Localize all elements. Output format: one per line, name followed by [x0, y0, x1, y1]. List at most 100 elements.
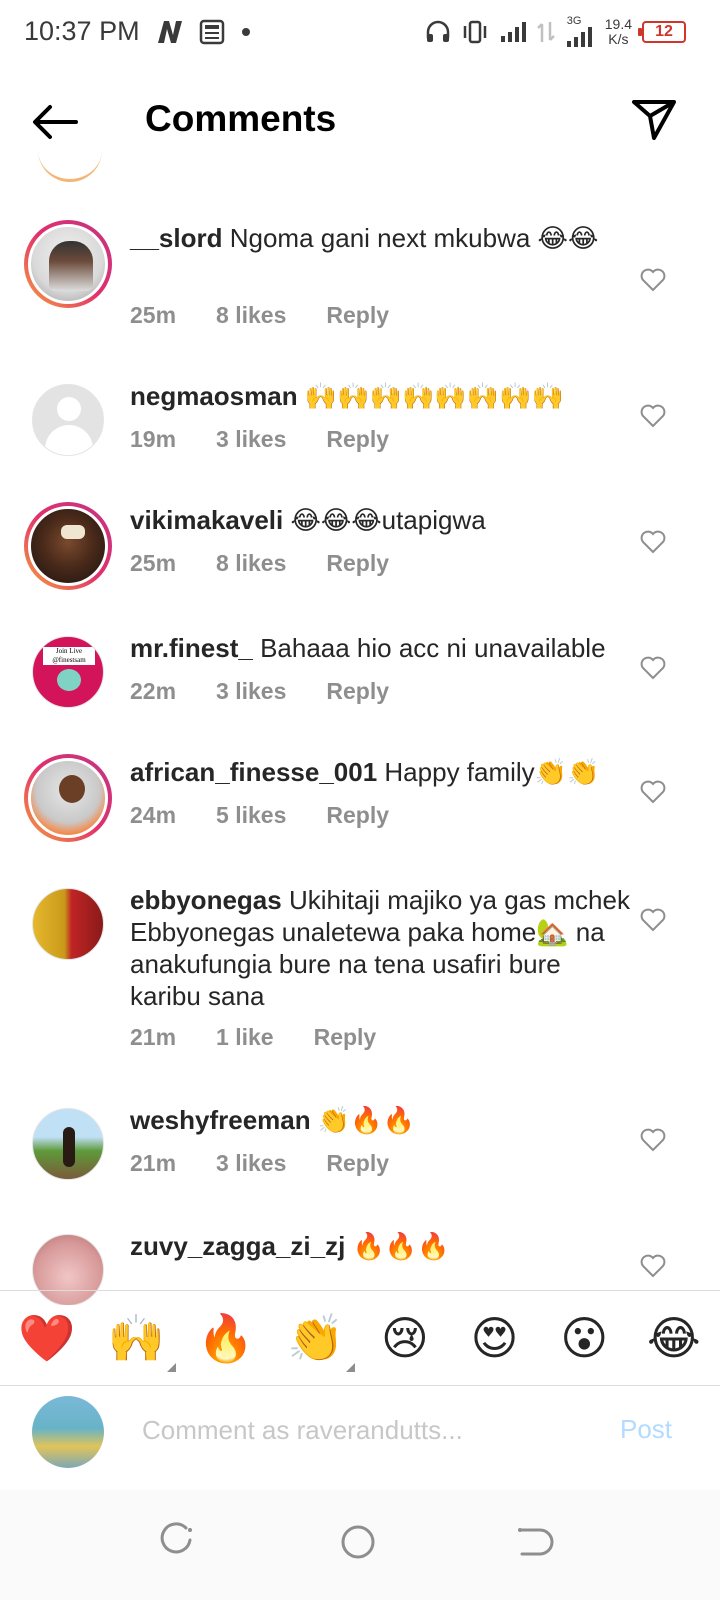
data-transfer-icon	[536, 22, 555, 42]
system-nav-bar	[0, 1490, 720, 1600]
comment-message: Bahaaa hio acc ni unavailable	[260, 633, 606, 663]
emoji-laughing-button[interactable]: 😂	[646, 1310, 702, 1366]
net-speed: 19.4 K/s	[604, 16, 632, 47]
comment-likes[interactable]: 3 likes	[216, 678, 286, 705]
emoji-reaction-bar: ❤️ 🙌 🔥 👏 😢 😍 😮 😂	[0, 1290, 720, 1386]
current-user-avatar[interactable]	[32, 1396, 104, 1468]
comment-meta: 22m 3 likes Reply	[130, 678, 389, 705]
username[interactable]: mr.finest_	[130, 633, 253, 663]
like-heart-icon[interactable]	[640, 908, 666, 932]
comment-meta: 19m 3 likes Reply	[130, 426, 389, 453]
comment-time: 25m	[130, 302, 177, 328]
comment-meta: 21m 3 likes Reply	[130, 1150, 389, 1177]
username[interactable]: __slord	[130, 223, 223, 253]
status-notification-icons	[156, 14, 252, 50]
comment-message: 😂😂😂utapigwa	[290, 505, 486, 535]
status-time: 10:37 PM	[24, 16, 140, 46]
emoji-heart-button[interactable]: ❤️	[18, 1310, 75, 1366]
comment-text: negmaosman 🙌🙌🙌🙌🙌🙌🙌🙌	[130, 380, 635, 412]
comment-meta: 24m 5 likes Reply	[130, 802, 389, 829]
comment-meta: 25m 8 likes Reply	[130, 302, 389, 329]
signal-icon	[500, 22, 526, 42]
comment-meta: 21m 1 like Reply	[130, 1024, 376, 1051]
avatar[interactable]	[32, 384, 104, 456]
comment-list[interactable]: __slord Ngoma gani next mkubwa 😂😂 25m 8 …	[0, 200, 720, 1305]
like-heart-icon[interactable]	[640, 1254, 666, 1278]
comment-time: 21m	[130, 1024, 177, 1050]
avatar[interactable]	[24, 502, 112, 590]
skin-tone-indicator-icon	[166, 1363, 176, 1372]
comment-likes[interactable]: 8 likes	[216, 302, 286, 329]
comment-composer: Post	[0, 1388, 720, 1488]
comment-text: vikimakaveli 😂😂😂utapigwa	[130, 504, 635, 536]
comment-likes[interactable]: 5 likes	[216, 802, 286, 829]
reply-button[interactable]: Reply	[314, 1024, 377, 1051]
status-bar: 10:37 PM 3G 19.4 K/s 12	[0, 0, 720, 64]
like-heart-icon[interactable]	[640, 268, 666, 292]
like-heart-icon[interactable]	[640, 1128, 666, 1152]
comment-message: 👏🔥🔥	[317, 1105, 416, 1135]
like-heart-icon[interactable]	[640, 404, 666, 428]
comment-input[interactable]	[142, 1408, 582, 1452]
signal-3g-icon: 3G	[565, 15, 595, 49]
skin-tone-indicator-icon	[346, 1363, 356, 1372]
post-button[interactable]: Post	[620, 1414, 672, 1445]
username[interactable]: negmaosman	[130, 381, 298, 411]
comment-text: weshyfreeman 👏🔥🔥	[130, 1104, 635, 1136]
comment-message: Ngoma gani next mkubwa 😂😂	[229, 223, 599, 253]
like-heart-icon[interactable]	[640, 656, 666, 680]
reply-button[interactable]: Reply	[326, 802, 389, 829]
vibrate-icon	[463, 20, 486, 44]
comment-likes[interactable]: 1 like	[216, 1024, 274, 1051]
username[interactable]: ebbyonegas	[130, 885, 282, 915]
home-icon[interactable]	[334, 1518, 382, 1566]
comment-text: __slord Ngoma gani next mkubwa 😂😂	[130, 222, 635, 254]
comment-time: 21m	[130, 1150, 177, 1176]
username[interactable]: vikimakaveli	[130, 505, 283, 535]
avatar[interactable]	[24, 754, 112, 842]
like-heart-icon[interactable]	[640, 530, 666, 554]
dot-icon	[242, 28, 250, 36]
comment-likes[interactable]: 8 likes	[216, 550, 286, 577]
header: Comments	[0, 80, 720, 160]
emoji-fire-button[interactable]: 🔥	[197, 1310, 254, 1366]
news-icon	[199, 19, 225, 45]
avatar[interactable]	[24, 220, 112, 308]
back-button[interactable]	[30, 100, 80, 144]
reply-button[interactable]: Reply	[326, 302, 389, 329]
avatar[interactable]	[32, 1108, 104, 1180]
emoji-heart-eyes-button[interactable]: 😍	[467, 1310, 523, 1366]
back-arrow-icon	[33, 105, 78, 139]
network-type: 3G	[566, 15, 582, 27]
username[interactable]: weshyfreeman	[130, 1105, 311, 1135]
emoji-clap-button[interactable]: 👏	[287, 1310, 356, 1372]
comment-text: african_finesse_001 Happy family👏👏	[130, 756, 635, 788]
back-nav-icon[interactable]	[510, 1518, 558, 1566]
avatar[interactable]	[32, 888, 104, 960]
share-button[interactable]	[630, 96, 678, 142]
comment-text: mr.finest_ Bahaaa hio acc ni unavailable	[130, 632, 635, 664]
username[interactable]: african_finesse_001	[130, 757, 377, 787]
comment-message: 🔥🔥🔥	[352, 1231, 450, 1261]
reply-button[interactable]: Reply	[326, 1150, 389, 1177]
comment-likes[interactable]: 3 likes	[216, 1150, 286, 1177]
comment-likes[interactable]: 3 likes	[216, 426, 286, 453]
reply-button[interactable]: Reply	[326, 426, 389, 453]
comment-time: 24m	[130, 802, 177, 828]
avatar[interactable]: Join Live @finestsam	[32, 636, 104, 708]
emoji-surprised-button[interactable]: 😮	[556, 1310, 612, 1366]
reply-button[interactable]: Reply	[326, 550, 389, 577]
reply-button[interactable]: Reply	[326, 678, 389, 705]
page-title: Comments	[145, 98, 337, 139]
comment-time: 19m	[130, 426, 177, 452]
comment-time: 22m	[130, 678, 177, 704]
emoji-raised-hands-button[interactable]: 🙌	[108, 1310, 176, 1372]
comment-time: 25m	[130, 550, 177, 576]
username[interactable]: zuvy_zagga_zi_zj	[130, 1231, 345, 1261]
like-heart-icon[interactable]	[640, 780, 666, 804]
recent-apps-icon[interactable]	[152, 1518, 200, 1566]
comment-meta: 25m 8 likes Reply	[130, 550, 389, 577]
partial-avatar	[38, 150, 102, 182]
emoji-crying-button[interactable]: 😢	[377, 1310, 433, 1366]
avatar-text: Join Live @finestsam	[43, 647, 95, 665]
